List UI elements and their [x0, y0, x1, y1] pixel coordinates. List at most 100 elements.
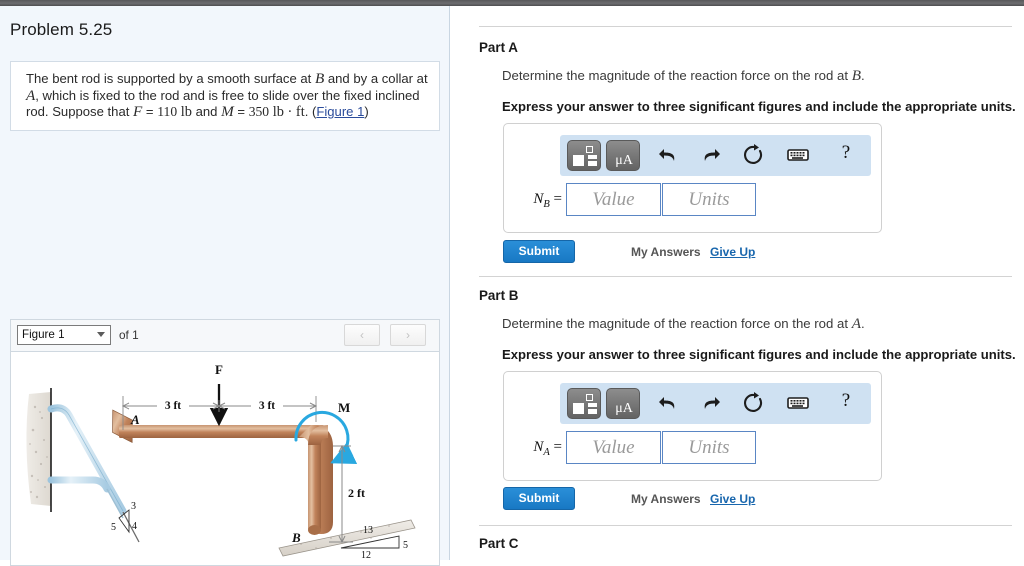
part-a-prompt-period: . [860, 68, 865, 83]
part-a-var-main: N [533, 191, 544, 207]
math-template-icon[interactable] [567, 388, 601, 419]
part-a-prompt-text: Determine the magnitude of the reaction … [502, 68, 852, 83]
figure-slope-left-side: 4 [132, 521, 137, 532]
figure-point-b-label: B [291, 530, 301, 545]
stmt-line1-b: and by a collar at [324, 71, 428, 86]
stmt-eq2: = [233, 104, 249, 120]
help-question-icon[interactable]: ? [836, 390, 856, 412]
part-c-label: Part C [479, 536, 519, 551]
part-b-answer-box: μA ? NA = Value Units [503, 371, 882, 481]
figure-moment-label: M [338, 400, 350, 415]
stmt-line3-a: rod. Suppose that [26, 104, 134, 120]
redo-arrow-icon[interactable] [698, 143, 724, 167]
figure-select-value: Figure 1 [22, 328, 65, 341]
part-a-my-answers-button[interactable]: My Answers [631, 245, 701, 259]
part-b-label: Part B [479, 288, 519, 303]
part-b-my-answers-button[interactable]: My Answers [631, 492, 701, 506]
answer-panel: Part A Determine the magnitude of the re… [451, 6, 1024, 560]
figure-toolbar: Figure 1 of 1 ‹ › [10, 319, 440, 351]
part-a-give-up-link[interactable]: Give Up [710, 245, 755, 259]
figure-next-button[interactable]: › [390, 324, 426, 346]
units-icon-text: μA [615, 401, 633, 416]
figure-slope-left-hyp: 5 [111, 522, 116, 533]
figure-dim-right: 3 ft [259, 400, 275, 412]
part-b-instruction: Express your answer to three significant… [502, 347, 1016, 362]
figure-select[interactable]: Figure 1 [17, 325, 111, 345]
math-template-icon[interactable] [567, 140, 601, 171]
mechanics-diagram-svg: F 3 ft 3 ft M 2 ft A B 3 5 4 13 12 5 [26, 362, 416, 561]
part-a-variable-label: NB = [514, 191, 562, 210]
divider-part-b [479, 276, 1012, 277]
part-b-answer-row: NA = Value Units [504, 429, 883, 469]
part-a-toolbar: μA ? [560, 135, 871, 176]
part-a-prompt: Determine the magnitude of the reaction … [502, 67, 865, 85]
part-b-prompt-var: A [851, 315, 861, 332]
reset-circular-arrow-icon[interactable] [741, 143, 767, 167]
part-a-units-input[interactable]: Units [662, 183, 756, 216]
chevron-down-icon [97, 332, 105, 337]
units-micro-angstrom-icon[interactable]: μA [606, 388, 640, 419]
reset-circular-arrow-icon[interactable] [741, 391, 767, 415]
figure-slope-right-base: 12 [361, 550, 371, 561]
part-b-var-main: N [533, 439, 544, 455]
part-a-instruction: Express your answer to three significant… [502, 99, 1016, 114]
stmt-var-b: B [314, 70, 325, 87]
units-micro-angstrom-icon[interactable]: μA [606, 140, 640, 171]
part-b-variable-label: NA = [514, 439, 562, 458]
part-b-var-eq: = [549, 439, 562, 455]
chevron-right-icon: › [406, 328, 410, 342]
part-b-submit-button[interactable]: Submit [503, 487, 575, 510]
part-b-toolbar: μA ? [560, 383, 871, 424]
part-a-answer-box: μA ? NB = Value Units [503, 123, 882, 233]
part-a-value-input[interactable]: Value [566, 183, 661, 216]
problem-statement-box: The bent rod is supported by a smooth su… [10, 61, 440, 131]
keyboard-icon[interactable] [785, 391, 811, 415]
figure-dim-left: 3 ft [165, 400, 181, 412]
figure-prev-button[interactable]: ‹ [344, 324, 380, 346]
stmt-var-m: M [221, 103, 234, 121]
figure-image[interactable]: F 3 ft 3 ft M 2 ft A B 3 5 4 13 12 5 [10, 351, 440, 566]
problem-statement-text: The bent rod is supported by a smooth su… [26, 70, 430, 121]
part-a-label: Part A [479, 40, 518, 55]
problem-panel: Problem 5.25 The bent rod is supported b… [0, 6, 450, 566]
part-b-value-input[interactable]: Value [566, 431, 661, 464]
part-b-prompt: Determine the magnitude of the reaction … [502, 315, 865, 333]
keyboard-icon[interactable] [785, 143, 811, 167]
stmt-value-m: 350 [248, 104, 270, 120]
stmt-close: ) [364, 104, 369, 120]
figure-force-label: F [215, 362, 223, 377]
figure-count-label: of 1 [119, 328, 139, 342]
help-question-icon[interactable]: ? [836, 142, 856, 164]
part-a-answer-row: NB = Value Units [504, 181, 883, 221]
part-b-give-up-link[interactable]: Give Up [710, 492, 755, 506]
figure-1-link[interactable]: Figure 1 [316, 104, 364, 119]
chevron-left-icon: ‹ [360, 328, 364, 342]
part-b-units-input[interactable]: Units [662, 431, 756, 464]
stmt-unit-f: lb [180, 104, 192, 121]
stmt-var-f: F [133, 103, 143, 121]
stmt-unit-m: lb · ft [272, 104, 305, 121]
undo-arrow-icon[interactable] [655, 391, 681, 415]
stmt-line1-a: The bent rod is supported by a smooth su… [26, 71, 315, 86]
part-a-prompt-var: B [851, 67, 861, 84]
stmt-dot: . ( [304, 104, 317, 120]
figure-slope-right-hyp: 13 [363, 525, 373, 536]
undo-arrow-icon[interactable] [655, 143, 681, 167]
part-b-prompt-text: Determine the magnitude of the reaction … [502, 316, 852, 331]
page-title: Problem 5.25 [10, 20, 113, 39]
divider-part-a [479, 26, 1012, 27]
units-icon-text: μA [615, 153, 633, 168]
figure-slope-right-side: 5 [403, 540, 408, 551]
divider-part-c [479, 525, 1012, 526]
stmt-and: and [191, 104, 222, 120]
stmt-line2-a: , which is fixed to the rod and is free … [35, 87, 420, 103]
redo-arrow-icon[interactable] [698, 391, 724, 415]
part-a-var-eq: = [549, 191, 562, 207]
part-a-submit-button[interactable]: Submit [503, 240, 575, 263]
part-b-prompt-period: . [860, 316, 865, 331]
figure-dim-vertical: 2 ft [348, 486, 365, 500]
figure-slope-left-top: 3 [131, 501, 136, 512]
figure-point-a-label: A [130, 412, 140, 427]
stmt-value-f: 110 [157, 104, 178, 120]
stmt-eq1: = [142, 104, 158, 120]
